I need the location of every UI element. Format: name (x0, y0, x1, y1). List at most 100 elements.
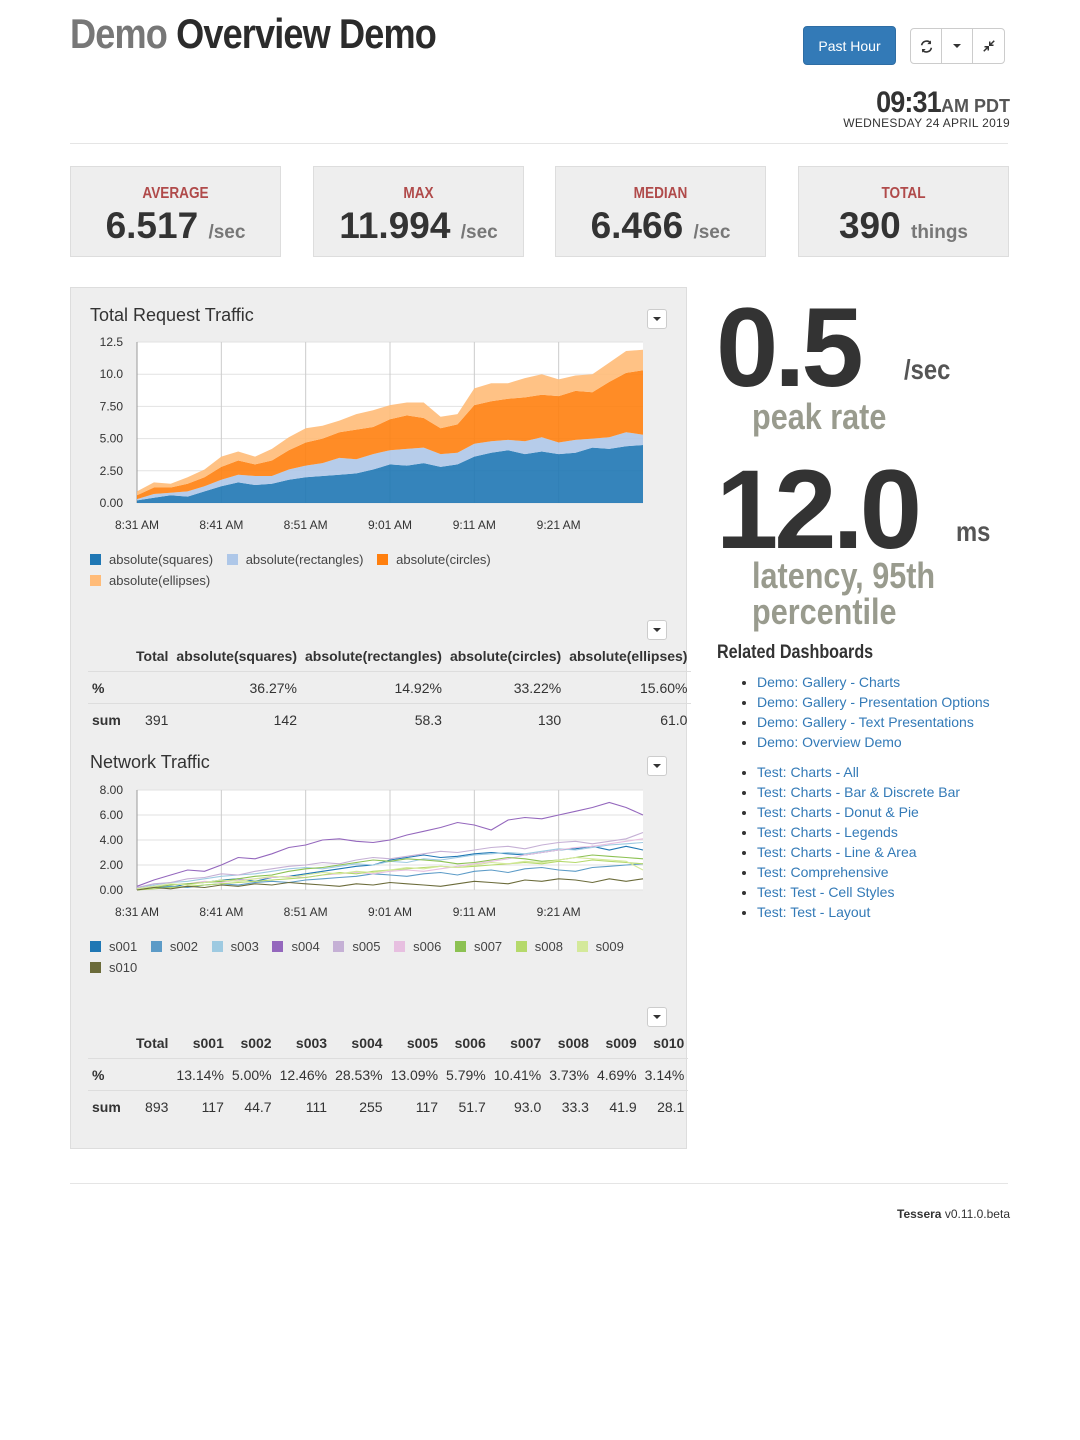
legend-item[interactable]: absolute(squares) (90, 549, 213, 570)
legend-label: s005 (352, 939, 381, 954)
x-tick-label: 9:01 AM (368, 518, 412, 532)
related-link[interactable]: Test: Comprehensive (757, 864, 889, 880)
table-header: absolute(ellipses) (565, 641, 692, 672)
list-item: Test: Test - Layout (757, 902, 960, 922)
compress-button[interactable] (973, 29, 1004, 63)
traffic-summary-table: Total absolute(squares) absolute(rectang… (88, 641, 692, 735)
network-chart-menu-button[interactable] (647, 756, 667, 776)
table-header: s010 (640, 1028, 689, 1059)
legend-item[interactable]: absolute(circles) (377, 549, 491, 570)
y-tick-label: 5.00 (100, 432, 124, 446)
network-table-menu-button[interactable] (647, 1007, 667, 1027)
stat-label: MEDIAN (633, 185, 688, 202)
related-link[interactable]: Demo: Gallery - Text Presentations (757, 714, 974, 730)
related-link[interactable]: Demo: Gallery - Charts (757, 674, 900, 690)
legend-item[interactable]: s004 (272, 936, 320, 957)
network-summary-table: Total s001 s002 s003 s004 s005 s006 s007 s008 s00… (88, 1028, 689, 1123)
stat-value: 6.466 /sec (556, 205, 765, 247)
table-header: s004 (331, 1028, 387, 1059)
legend-swatch (150, 941, 162, 952)
legend-item[interactable]: s009 (576, 936, 624, 957)
related-link[interactable]: Test: Charts - Legends (757, 824, 898, 840)
compress-icon (982, 40, 995, 52)
table-header: absolute(squares) (172, 641, 301, 672)
table-header: s006 (442, 1028, 490, 1059)
clock-time: 09:31 (876, 86, 941, 119)
y-tick-label: 2.00 (100, 858, 124, 872)
table-header: s002 (227, 1028, 276, 1059)
stat-value: 390 things (799, 205, 1008, 247)
stat-unit: things (911, 222, 968, 243)
legend-swatch (394, 941, 406, 952)
legend-label: absolute(squares) (109, 552, 214, 567)
table-cell: 28.53% (331, 1058, 387, 1091)
list-item: Test: Charts - Legends (757, 822, 960, 842)
clock: 09:31AM PDT WEDNESDAY 24 APRIL 2019 (843, 86, 1010, 130)
refresh-button[interactable] (911, 29, 942, 63)
related-link[interactable]: Test: Test - Layout (757, 904, 870, 920)
legend-item[interactable]: s003 (211, 936, 259, 957)
dashboard-actions (910, 28, 1005, 64)
legend-item[interactable]: absolute(ellipses) (90, 570, 210, 591)
related-link[interactable]: Test: Charts - Donut & Pie (757, 804, 919, 820)
x-tick-label: 8:51 AM (284, 905, 328, 919)
stat-number: 6.466 (590, 205, 684, 246)
related-link[interactable]: Test: Charts - Bar & Discrete Bar (757, 784, 960, 800)
stat-label: MAX (403, 185, 434, 202)
table-header-corner (88, 1028, 132, 1059)
network-line-chart: 0.00 2.00 4.00 6.00 8.00 8:31 AM 8:41 AM 8:51 A… (100, 783, 644, 919)
peak-rate-unit: /sec (904, 354, 951, 385)
refresh-options-button[interactable] (942, 29, 973, 63)
legend-item[interactable]: s006 (394, 936, 441, 957)
table-header: absolute(rectangles) (301, 641, 446, 672)
legend-item[interactable]: s002 (150, 936, 198, 957)
legend-item[interactable]: s008 (515, 936, 563, 957)
table-cell: 41.9 (609, 1098, 637, 1115)
legend-swatch (226, 554, 238, 565)
traffic-chart-menu-button[interactable] (647, 309, 667, 329)
y-tick-label: 2.50 (100, 464, 124, 478)
related-link[interactable]: Demo: Overview Demo (757, 734, 902, 750)
related-dashboards-heading: Related Dashboards (717, 642, 874, 663)
list-item: Test: Charts - Bar & Discrete Bar (757, 782, 960, 802)
peak-rate-value: 0.5 (716, 285, 864, 410)
related-link[interactable]: Test: Test - Cell Styles (757, 884, 894, 900)
chevron-down-icon (653, 1015, 661, 1019)
legend-swatch (90, 554, 101, 565)
table-cell: 4.69% (592, 1058, 641, 1091)
peak-rate-caption: peak rate (752, 396, 887, 437)
legend-item[interactable]: s010 (90, 957, 137, 978)
footer: Tessera v0.11.0.beta (897, 1207, 1010, 1221)
clock-ampm: AM PDT (941, 96, 1010, 116)
legend-item[interactable]: s005 (333, 936, 381, 957)
legend-label: s004 (291, 939, 320, 954)
traffic-area-chart: 0.00 2.50 5.00 7.50 10.0 12.5 8:31 AM 8:41 AM 8:… (100, 335, 643, 532)
legend-item[interactable]: absolute(rectangles) (226, 549, 363, 570)
table-cell: 93.0 (513, 1098, 542, 1115)
table-cell: 10.41% (489, 1058, 546, 1091)
stat-card-total: TOTAL 390 things (798, 166, 1009, 257)
legend-swatch (90, 962, 101, 973)
legend-label: s009 (595, 939, 624, 954)
legend-item[interactable]: s001 (90, 936, 137, 957)
table-header: s005 (386, 1028, 443, 1059)
table-row: sum 893 117 44.7 111 255 117 51.7 93.0 33.3 41.9 2… (88, 1091, 688, 1123)
legend-swatch (90, 941, 101, 952)
traffic-table-menu-button[interactable] (647, 620, 667, 640)
time-range-button[interactable]: Past Hour (803, 26, 896, 65)
dashboard-category: Demo (70, 10, 168, 57)
table-cell (132, 671, 173, 704)
chevron-down-icon (653, 764, 661, 768)
related-link[interactable]: Demo: Gallery - Presentation Options (757, 694, 990, 710)
legend-item[interactable]: s007 (454, 936, 502, 957)
related-link[interactable]: Test: Charts - All (757, 764, 859, 780)
y-tick-label: 12.5 (100, 335, 124, 349)
table-header: s003 (275, 1028, 332, 1059)
header-divider (70, 143, 1008, 144)
list-item: Demo: Gallery - Text Presentations (757, 712, 990, 732)
table-cell: 33.22% (445, 671, 566, 704)
related-link[interactable]: Test: Charts - Line & Area (757, 844, 917, 860)
x-tick-label: 8:31 AM (115, 905, 159, 919)
legend-swatch (90, 575, 101, 586)
legend-label: s010 (109, 960, 138, 975)
